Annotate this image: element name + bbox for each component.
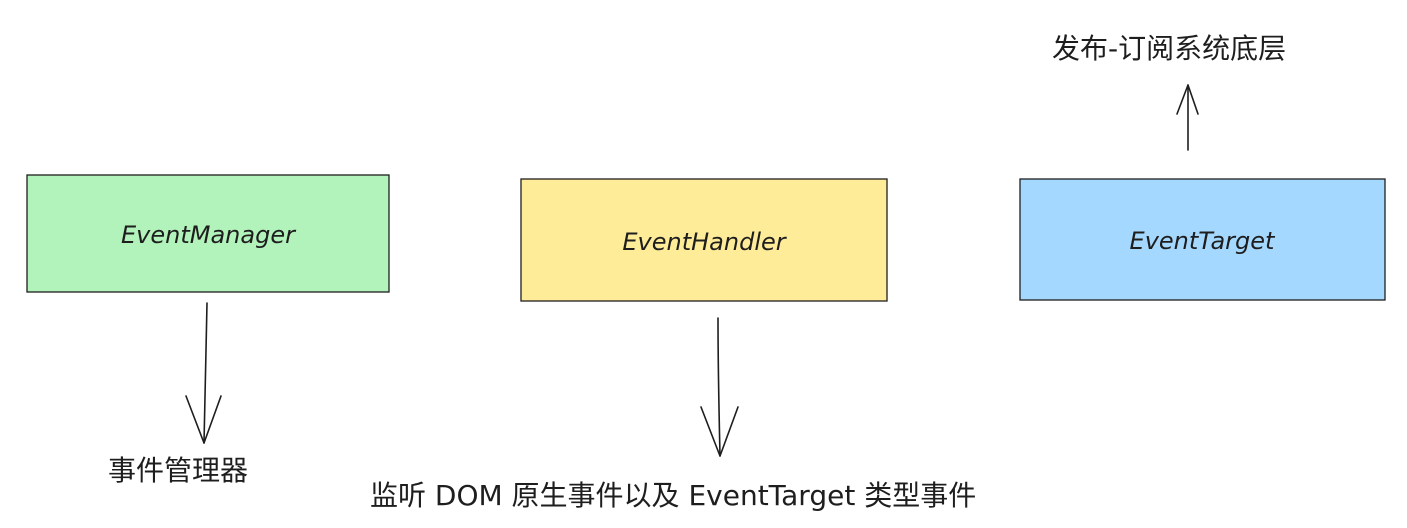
arrow-target-up[interactable] xyxy=(1176,84,1199,151)
note-event-target: 发布-订阅系统底层 xyxy=(1052,32,1286,65)
arrow-manager-down-shaft xyxy=(203,302,208,444)
node-event-handler[interactable]: EventHandler xyxy=(520,178,888,302)
node-event-target-label: EventTarget xyxy=(1130,227,1276,255)
node-event-target[interactable]: EventTarget xyxy=(1019,178,1386,301)
node-event-manager[interactable]: EventManager xyxy=(26,174,390,293)
diagram-canvas: EventManager EventHandler EventTarget 事件… xyxy=(26,32,1386,512)
note-event-handler: 监听 DOM 原生事件以及 EventTarget 类型事件 xyxy=(370,479,976,512)
arrow-handler-down-shaft xyxy=(717,317,721,457)
arrow-handler-down[interactable] xyxy=(700,317,739,457)
node-event-handler-label: EventHandler xyxy=(622,228,787,256)
node-event-manager-label: EventManager xyxy=(121,221,297,249)
arrow-manager-down[interactable] xyxy=(185,302,222,444)
note-event-manager: 事件管理器 xyxy=(108,454,248,487)
